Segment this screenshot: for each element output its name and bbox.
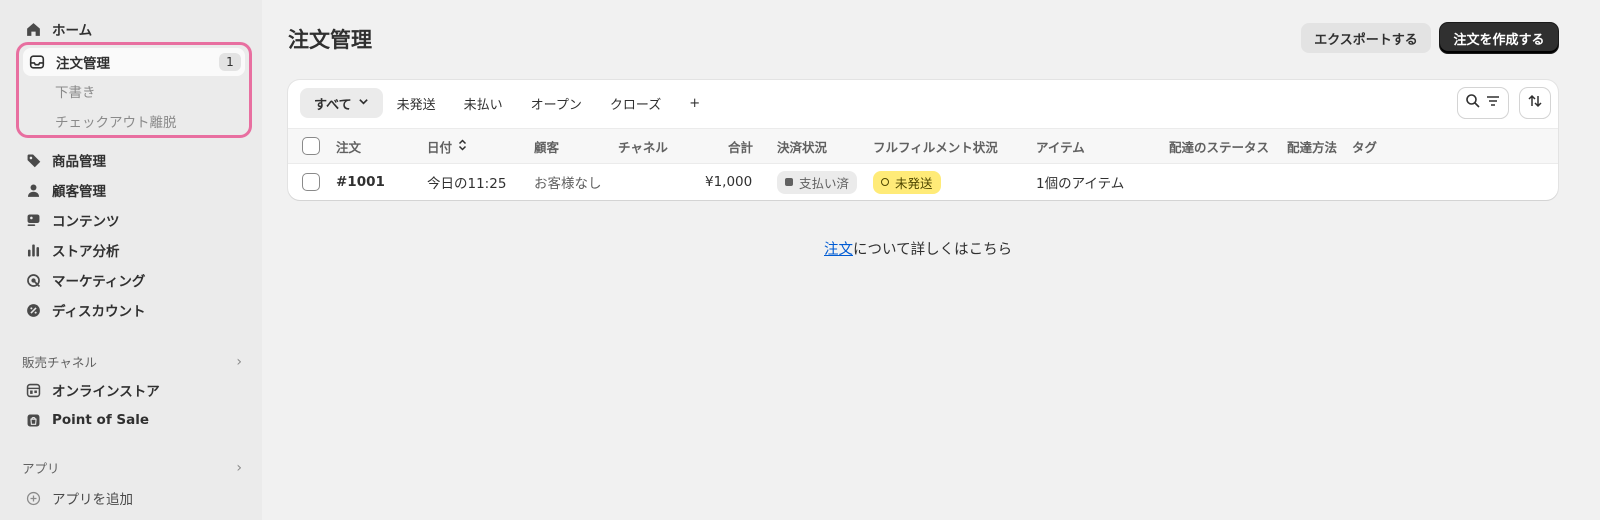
orders-count-badge: 1 xyxy=(219,53,241,71)
column-header-label: 日付 xyxy=(427,139,453,155)
search-filter-button[interactable] xyxy=(1458,88,1508,118)
inbox-icon xyxy=(28,53,46,71)
sidebar-item-label: ストア分析 xyxy=(52,244,120,260)
sidebar-item-add-app[interactable]: アプリを追加 xyxy=(16,484,252,512)
sidebar-item-label: マーケティング xyxy=(52,274,146,290)
discount-icon xyxy=(24,301,42,319)
column-header-tags: タグ xyxy=(1352,139,1378,155)
sidebar-item-marketing[interactable]: マーケティング xyxy=(16,266,252,294)
sidebar-item-label: ホーム xyxy=(52,23,93,39)
sort-toggle-icon xyxy=(458,138,467,154)
sidebar-item-pos[interactable]: Point of Sale xyxy=(16,406,252,434)
tab-closed[interactable]: クローズ xyxy=(596,88,675,118)
fulfillment-status-badge: 未発送 xyxy=(873,164,941,200)
sidebar-subitem-abandoned[interactable]: チェックアウト離脱 xyxy=(55,111,177,131)
column-header-order[interactable]: 注文 xyxy=(336,129,361,163)
target-icon xyxy=(24,271,42,289)
sidebar-item-label: オンラインストア xyxy=(52,384,160,400)
apps-label: アプリ xyxy=(22,461,60,476)
search-icon xyxy=(1465,93,1481,113)
sidebar-item-label: Point of Sale xyxy=(52,412,150,428)
sidebar: ホーム 注文管理 1 下書き チェックアウト離脱 商品管理 顧客管理 コンテンツ xyxy=(0,0,262,520)
sidebar-item-products[interactable]: 商品管理 xyxy=(16,146,252,174)
sidebar-item-customers[interactable]: 顧客管理 xyxy=(16,176,252,204)
bar-chart-icon xyxy=(24,241,42,259)
learn-more-label: について詳しくはこちら xyxy=(853,242,1013,258)
page-title: 注文管理 xyxy=(288,28,372,52)
person-icon xyxy=(24,181,42,199)
sidebar-subitem-drafts[interactable]: 下書き xyxy=(55,81,96,101)
create-order-button[interactable]: 注文を作成する xyxy=(1440,23,1558,53)
paid-dot-icon xyxy=(785,178,793,186)
sort-button[interactable] xyxy=(1520,88,1550,118)
apps-section[interactable]: アプリ › xyxy=(22,458,242,477)
pos-bag-icon xyxy=(24,411,42,429)
sidebar-item-label: 注文管理 xyxy=(56,56,110,72)
export-button[interactable]: エクスポートする xyxy=(1301,23,1431,53)
sidebar-item-orders[interactable]: 注文管理 1 xyxy=(23,48,245,76)
chevron-right-icon: › xyxy=(236,459,242,476)
content-icon xyxy=(24,211,42,229)
filter-tabs: すべて 未発送 未払い オープン クローズ + xyxy=(300,88,714,118)
select-all-checkbox[interactable] xyxy=(302,129,320,163)
sidebar-item-label: 商品管理 xyxy=(52,154,106,170)
column-header-fulfillment: フルフィルメント状況 xyxy=(873,139,998,155)
tag-icon xyxy=(24,151,42,169)
tab-unfulfilled[interactable]: 未発送 xyxy=(383,88,450,118)
order-total: ¥1,000 xyxy=(705,174,753,190)
tab-all[interactable]: すべて xyxy=(300,88,383,118)
add-view-button[interactable]: + xyxy=(675,88,714,118)
order-items[interactable]: 1個のアイテム xyxy=(1036,164,1124,200)
payment-status-label: 支払い済 xyxy=(799,175,850,191)
home-icon xyxy=(24,20,42,38)
sidebar-item-label: ディスカウント xyxy=(52,304,146,320)
sidebar-item-label: アプリを追加 xyxy=(52,492,133,508)
payment-status-badge: 支払い済 xyxy=(777,164,858,200)
sidebar-item-label: 顧客管理 xyxy=(52,184,106,200)
order-number[interactable]: #1001 xyxy=(336,164,385,200)
orders-card: すべて 未発送 未払い オープン クローズ + 注文 日付 顧客 チャネル 合計… xyxy=(288,80,1558,200)
sales-channels-section[interactable]: 販売チャネル › xyxy=(22,352,242,371)
orders-help-link[interactable]: 注文 xyxy=(824,242,853,258)
column-header-date[interactable]: 日付 xyxy=(427,129,467,163)
chevron-right-icon: › xyxy=(236,353,242,370)
sidebar-item-online-store[interactable]: オンラインストア xyxy=(16,376,252,404)
plus-circle-icon xyxy=(24,489,42,507)
tab-open[interactable]: オープン xyxy=(517,88,596,118)
tab-unpaid[interactable]: 未払い xyxy=(450,88,517,118)
order-customer: お客様なし xyxy=(534,176,602,192)
sidebar-item-analytics[interactable]: ストア分析 xyxy=(16,236,252,264)
chevron-down-icon xyxy=(358,96,369,110)
learn-more-text: 注文について詳しくはこちら xyxy=(824,238,1012,259)
table-header: 注文 日付 顧客 チャネル 合計 決済状況 フルフィルメント状況 アイテム 配達… xyxy=(288,128,1558,164)
order-date: 今日の11:25 xyxy=(427,176,507,192)
column-header-channel: チャネル xyxy=(618,139,668,155)
column-header-customer: 顧客 xyxy=(534,139,560,155)
storefront-icon xyxy=(24,381,42,399)
column-header-delivery-method: 配達方法 xyxy=(1287,139,1338,155)
fulfillment-status-label: 未発送 xyxy=(895,175,933,191)
table-row[interactable]: #1001 今日の11:25 お客様なし ¥1,000 支払い済 未発送 1個の… xyxy=(288,164,1558,200)
column-header-total: 合計 xyxy=(728,139,754,155)
orders-highlight: 注文管理 1 下書き チェックアウト離脱 xyxy=(16,42,252,138)
column-header-payment: 決済状況 xyxy=(777,139,828,155)
unfulfilled-ring-icon xyxy=(881,178,889,186)
column-header-delivery-status: 配達のステータス xyxy=(1169,139,1270,155)
sidebar-item-label: コンテンツ xyxy=(52,214,120,230)
filter-icon xyxy=(1485,93,1501,113)
sort-icon xyxy=(1527,93,1543,113)
sidebar-item-home[interactable]: ホーム xyxy=(16,15,252,43)
column-header-items: アイテム xyxy=(1036,139,1085,155)
sidebar-item-content[interactable]: コンテンツ xyxy=(16,206,252,234)
row-checkbox[interactable] xyxy=(302,164,320,200)
sales-channels-label: 販売チャネル xyxy=(22,355,97,370)
tab-label: すべて xyxy=(314,97,352,113)
sidebar-item-discounts[interactable]: ディスカウント xyxy=(16,296,252,324)
